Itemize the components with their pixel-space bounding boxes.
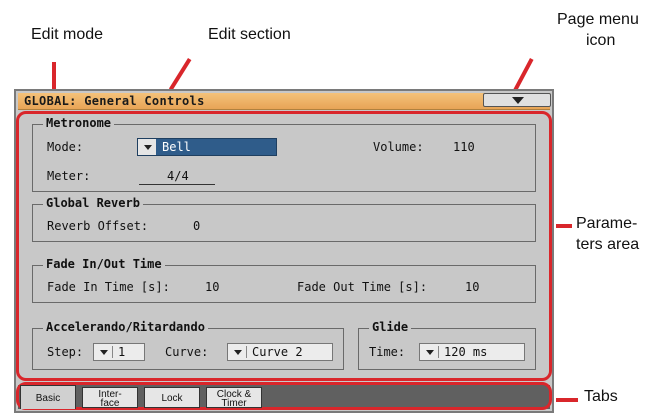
meter-label: Meter: <box>47 169 91 183</box>
fade-in-label: Fade In Time [s]: <box>47 280 170 294</box>
callout-edit-mode: Edit mode <box>31 26 104 43</box>
instrument-display: GLOBAL: General Controls Metronome Mode:… <box>14 89 554 413</box>
chevron-down-icon <box>426 350 434 355</box>
fade-out-label: Fade Out Time [s]: <box>297 280 428 294</box>
tab-lock[interactable]: Lock <box>144 387 200 408</box>
tab-basic[interactable]: Basic <box>20 385 76 409</box>
global-reverb-panel: Global Reverb Reverb Offset: 0 <box>32 196 536 242</box>
leader-params <box>556 224 572 228</box>
step-value: 1 <box>118 345 126 359</box>
callout-params-line1: Parame- <box>576 215 638 232</box>
metronome-panel: Metronome Mode: Bell Volume: 110 Meter: … <box>32 116 536 192</box>
leader-edit-section <box>168 58 192 91</box>
curve-dropdown[interactable]: Curve 2 <box>227 343 333 361</box>
tab-clock-timer[interactable]: Clock & Timer <box>206 387 262 409</box>
glide-time-value: 120 ms <box>444 345 488 359</box>
callout-page-menu-line2: icon <box>586 32 616 49</box>
title-bar: GLOBAL: General Controls <box>18 93 551 110</box>
curve-value: Curve 2 <box>252 345 303 359</box>
page-menu-button[interactable] <box>483 93 551 107</box>
callout-params-line2: ters area <box>576 236 640 253</box>
step-label: Step: <box>47 345 84 359</box>
fade-in-value[interactable]: 10 <box>205 280 219 294</box>
mode-dropdown[interactable]: Bell <box>137 138 277 156</box>
curve-label: Curve: <box>165 345 209 359</box>
chevron-down-icon <box>234 350 242 355</box>
metronome-title: Metronome <box>43 116 115 130</box>
fade-out-value[interactable]: 10 <box>465 280 479 294</box>
glide-time-dropdown[interactable]: 120 ms <box>419 343 525 361</box>
leader-page-menu <box>513 58 534 92</box>
accelerando-title: Accelerando/Ritardando <box>43 320 208 334</box>
glide-title: Glide <box>369 320 412 334</box>
callout-edit-section: Edit section <box>208 26 291 43</box>
fade-title: Fade In/Out Time <box>43 257 165 271</box>
glide-panel: Glide Time: 120 ms <box>358 320 536 370</box>
global-reverb-title: Global Reverb <box>43 196 143 210</box>
glide-time-label: Time: <box>369 345 406 359</box>
volume-value[interactable]: 110 <box>453 140 475 154</box>
accelerando-panel: Accelerando/Ritardando Step: 1 Curve: Cu… <box>32 320 344 370</box>
mode-value: Bell <box>162 140 191 154</box>
reverb-offset-value[interactable]: 0 <box>193 219 200 233</box>
tab-interface[interactable]: Inter- face <box>82 387 138 409</box>
meter-value[interactable]: 4/4 <box>167 169 189 183</box>
volume-label: Volume: <box>373 140 424 154</box>
page-title: GLOBAL: General Controls <box>24 94 205 108</box>
meter-underline <box>139 184 215 185</box>
reverb-offset-label: Reverb Offset: <box>47 219 149 233</box>
callout-page-menu-line1: Page menu <box>557 11 639 28</box>
chevron-down-icon <box>144 145 152 150</box>
callout-tabs: Tabs <box>584 388 618 405</box>
tabs-bar: Basic Inter- face Lock Clock & Timer <box>16 382 552 410</box>
chevron-down-icon <box>512 97 524 104</box>
step-dropdown[interactable]: 1 <box>93 343 145 361</box>
mode-label: Mode: <box>47 140 84 154</box>
leader-tabs <box>556 398 578 402</box>
chevron-down-icon <box>100 350 108 355</box>
leader-edit-mode <box>52 62 56 92</box>
fade-panel: Fade In/Out Time Fade In Time [s]: 10 Fa… <box>32 257 536 303</box>
